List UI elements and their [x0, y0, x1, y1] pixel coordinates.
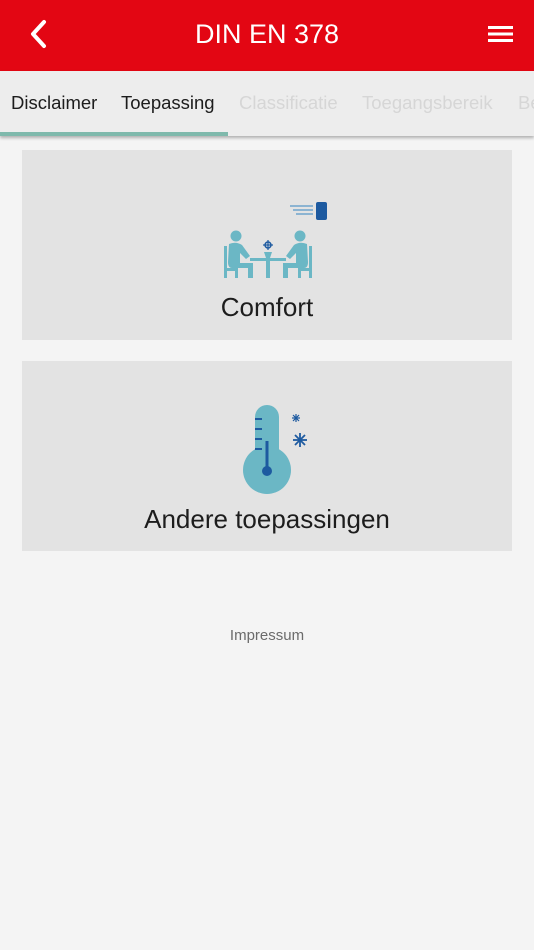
tab-classificatie[interactable]: Classificatie — [239, 71, 338, 136]
app-header: DIN EN 378 — [0, 0, 534, 71]
tab-bar: Disclaimer Toepassing Classificatie Toeg… — [0, 71, 534, 136]
impressum-link[interactable]: Impressum — [0, 627, 534, 644]
page-title: DIN EN 378 — [194, 19, 340, 49]
menu-button[interactable] — [484, 20, 518, 48]
thermometer-with-snowflakes-icon — [243, 405, 307, 494]
chevron-left-icon — [31, 20, 46, 48]
back-button[interactable] — [22, 16, 58, 52]
tab-toepassing[interactable]: Toepassing — [121, 71, 215, 136]
card-comfort[interactable]: Comfort — [22, 150, 512, 340]
active-tab-indicator — [0, 132, 228, 136]
tab-be[interactable]: Be — [518, 71, 534, 136]
hamburger-menu-icon — [488, 26, 513, 42]
tab-toegangsbereik[interactable]: Toegangsbereik — [362, 71, 493, 136]
people-at-table-with-air-conditioner-icon — [224, 202, 327, 278]
card-comfort-label: Comfort — [220, 292, 314, 322]
card-andere-toepassingen[interactable]: Andere toepassingen — [22, 361, 512, 551]
card-andere-toepassingen-label: Andere toepassingen — [144, 504, 390, 534]
tab-disclaimer[interactable]: Disclaimer — [11, 71, 97, 136]
